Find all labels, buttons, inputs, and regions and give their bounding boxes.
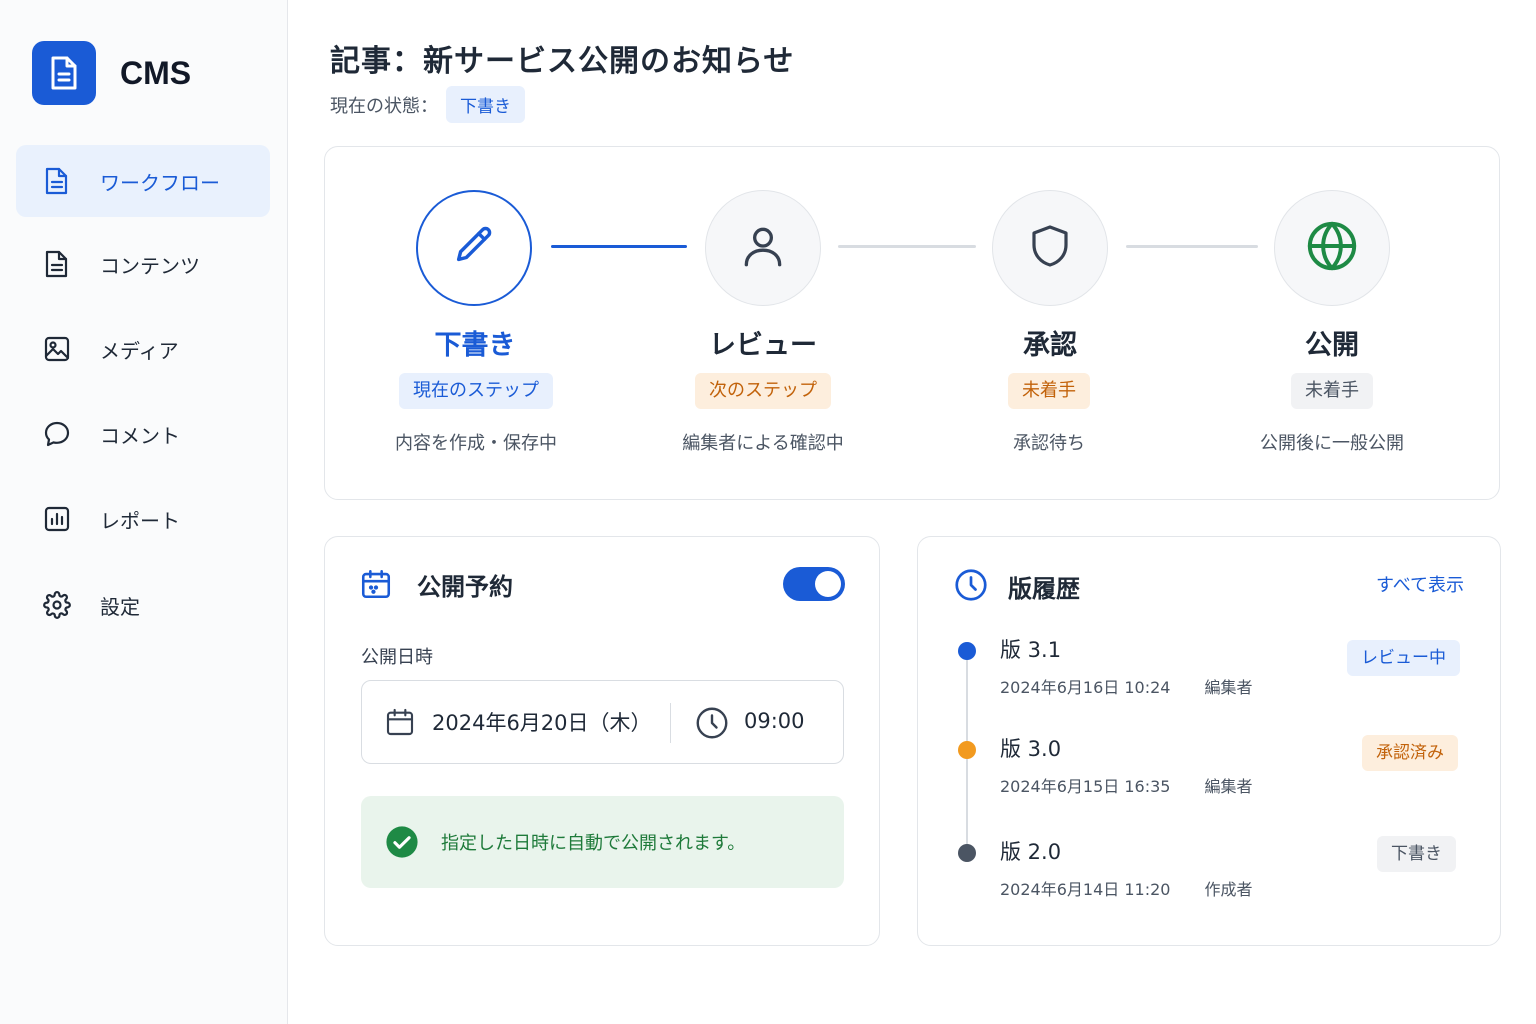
sidebar-item-label: コメント: [100, 423, 180, 448]
step-approval-desc: 承認待ち: [1013, 433, 1085, 454]
version-datetime: 2024年6月15日 16:35: [1000, 777, 1171, 796]
version-history-card: 版履歴 すべて表示 版 3.1 2024年6月16日 10:24 編集者 レビュー…: [917, 536, 1501, 946]
step-draft-circle[interactable]: [416, 190, 532, 306]
step-draft-title: 下書き: [434, 330, 516, 361]
step-connector: [551, 245, 687, 248]
image-icon: [42, 334, 72, 364]
version-item[interactable]: 版 3.1 2024年6月16日 10:24 編集者 レビュー中: [918, 638, 1500, 720]
page-title: 記事：新サービス公開のお知らせ: [330, 44, 795, 79]
user-icon: [738, 221, 788, 275]
step-publish-circle[interactable]: [1274, 190, 1390, 306]
view-all-link[interactable]: すべて表示: [1376, 571, 1464, 597]
report-icon: [42, 504, 72, 534]
cms-logo-icon: [32, 41, 96, 105]
version-datetime: 2024年6月16日 10:24: [1000, 678, 1171, 697]
clock-icon: [694, 705, 730, 741]
clock-icon: [953, 567, 989, 607]
workflow-card: 下書き 現在のステップ 内容を作成・保存中 レビュー 次のステップ 編集者による…: [324, 146, 1500, 500]
sidebar-item-contents[interactable]: コンテンツ: [16, 228, 270, 300]
version-author: 編集者: [1204, 777, 1253, 796]
sidebar-item-label: メディア: [100, 338, 179, 363]
version-item[interactable]: 版 3.0 2024年6月15日 16:35 編集者 承認済み: [918, 735, 1500, 819]
step-draft-badge: 現在のステップ: [399, 373, 553, 409]
brand: CMS: [32, 41, 191, 105]
document-icon: [42, 166, 72, 196]
version-dot: [958, 844, 976, 862]
sidebar-item-comments[interactable]: コメント: [16, 398, 270, 470]
field-divider: [670, 703, 671, 743]
publish-datetime-label: 公開日時: [361, 647, 433, 668]
version-datetime: 2024年6月14日 11:20: [1000, 880, 1171, 899]
auto-publish-notice: 指定した日時に自動で公開されます。: [361, 796, 844, 888]
sidebar: CMS ワークフロー コンテンツ メディア コメント レポート 設定: [0, 0, 288, 1024]
version-meta: 2024年6月15日 16:35 編集者: [1000, 773, 1252, 797]
version-status-badge: レビュー中: [1347, 640, 1460, 676]
step-approval-title: 承認: [1023, 330, 1077, 361]
step-connector: [838, 245, 976, 248]
toggle-knob: [815, 571, 841, 597]
document-icon: [42, 249, 72, 279]
shield-icon: [1026, 222, 1074, 274]
sidebar-item-media[interactable]: メディア: [16, 313, 270, 385]
version-item[interactable]: 版 2.0 2024年6月14日 11:20 作成者 下書き: [918, 836, 1500, 922]
version-name: 版 2.0: [1000, 840, 1062, 864]
version-author: 作成者: [1204, 880, 1253, 899]
main-content: 記事：新サービス公開のお知らせ 現在の状態： 下書き 下書き 現在のステップ 内…: [288, 0, 1536, 1024]
schedule-card: 公開予約 公開日時 2024年6月20日（木） 09:00 指定した日時に自動で…: [324, 536, 880, 946]
version-name: 版 3.1: [1000, 638, 1062, 662]
sidebar-item-label: コンテンツ: [100, 253, 200, 278]
version-dot: [958, 642, 976, 660]
step-publish-title: 公開: [1305, 330, 1359, 361]
step-review-title: レビュー: [709, 330, 817, 361]
gear-icon: [42, 590, 72, 620]
version-meta: 2024年6月16日 10:24 編集者: [1000, 674, 1252, 698]
sidebar-item-label: レポート: [100, 508, 180, 533]
step-review-circle[interactable]: [705, 190, 821, 306]
step-draft-desc: 内容を作成・保存中: [395, 433, 557, 454]
globe-icon: [1304, 218, 1360, 278]
version-author: 編集者: [1204, 678, 1253, 697]
notice-text: 指定した日時に自動で公開されます。: [441, 833, 746, 854]
step-publish-desc: 公開後に一般公開: [1260, 433, 1404, 454]
status-line: 現在の状態： 下書き: [330, 86, 525, 123]
pencil-icon: [451, 223, 497, 273]
sidebar-item-label: ワークフロー: [100, 170, 220, 195]
publish-datetime-field[interactable]: 2024年6月20日（木） 09:00: [361, 680, 844, 764]
step-approval-circle[interactable]: [992, 190, 1108, 306]
publish-date-value[interactable]: 2024年6月20日（木）: [432, 707, 652, 737]
publish-time-value[interactable]: 09:00: [744, 709, 805, 733]
history-title: 版履歴: [1008, 575, 1080, 603]
sidebar-item-workflow[interactable]: ワークフロー: [16, 145, 270, 217]
calendar-icon: [359, 567, 393, 605]
step-review-desc: 編集者による確認中: [682, 433, 844, 454]
version-status-badge: 下書き: [1377, 836, 1456, 872]
step-review-badge: 次のステップ: [695, 373, 831, 409]
sidebar-item-reports[interactable]: レポート: [16, 483, 270, 555]
schedule-title: 公開予約: [417, 573, 513, 601]
version-name: 版 3.0: [1000, 737, 1062, 761]
schedule-toggle[interactable]: [783, 567, 845, 601]
status-label: 現在の状態：: [330, 95, 438, 117]
sidebar-item-settings[interactable]: 設定: [16, 569, 270, 641]
app-name: CMS: [120, 54, 192, 91]
step-approval-badge: 未着手: [1008, 373, 1090, 409]
step-connector: [1126, 245, 1258, 248]
step-publish-badge: 未着手: [1291, 373, 1373, 409]
version-status-badge: 承認済み: [1362, 735, 1458, 771]
comment-icon: [42, 419, 72, 449]
version-meta: 2024年6月14日 11:20 作成者: [1000, 876, 1252, 900]
calendar-icon: [384, 706, 416, 738]
check-circle-icon: [385, 825, 419, 859]
version-dot: [958, 741, 976, 759]
sidebar-item-label: 設定: [100, 594, 140, 619]
status-badge: 下書き: [446, 86, 525, 123]
